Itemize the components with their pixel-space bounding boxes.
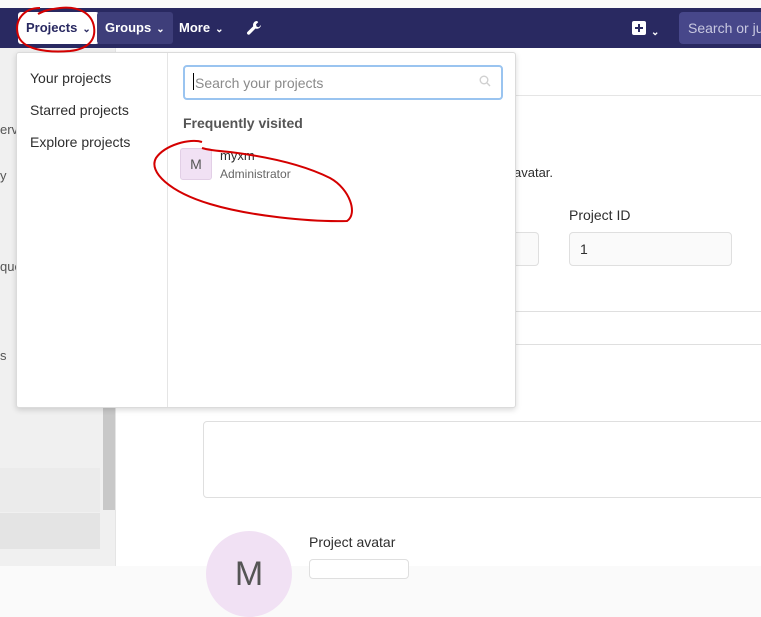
avatar-help-fragment: avatar. xyxy=(514,165,554,180)
project-id-label: Project ID xyxy=(569,207,631,223)
plus-square-icon xyxy=(632,21,646,35)
groups-label: Groups xyxy=(105,20,152,35)
project-name: myxm xyxy=(220,148,255,163)
frequently-visited-heading: Frequently visited xyxy=(183,115,303,131)
chevron-down-icon: ⌄ xyxy=(156,24,165,35)
groups-dropdown-button[interactable]: Groups ⌄ xyxy=(97,12,173,44)
projects-dropdown-button[interactable]: Projects ⌄ xyxy=(18,12,99,44)
top-navbar: Projects ⌄ Groups ⌄ More ⌄ ⌄ Search or ju xyxy=(0,8,761,48)
project-id-input: 1 xyxy=(569,232,732,266)
project-search-input[interactable] xyxy=(193,72,467,94)
menu-item-starred-projects[interactable]: Starred projects xyxy=(30,102,129,118)
global-search-input[interactable]: Search or ju xyxy=(679,12,761,44)
projects-label: Projects xyxy=(26,20,78,35)
sidebar-item-fragment[interactable]: s xyxy=(0,348,7,363)
choose-file-button[interactable] xyxy=(309,559,409,579)
project-avatar: M xyxy=(206,531,292,617)
chevron-down-icon: ⌄ xyxy=(82,24,91,35)
frequent-project-item[interactable]: M myxm Administrator xyxy=(180,146,400,186)
menu-item-your-projects[interactable]: Your projects xyxy=(30,70,111,86)
wrench-icon xyxy=(247,21,261,35)
sidebar-active-item[interactable] xyxy=(0,513,100,549)
chevron-down-icon: ⌄ xyxy=(215,24,224,35)
sidebar-section xyxy=(0,468,100,512)
projects-dropdown-menu: Your projects Starred projects Explore p… xyxy=(16,52,516,408)
input-fragment[interactable] xyxy=(516,311,761,345)
project-search-box[interactable] xyxy=(183,65,503,100)
admin-area-button[interactable] xyxy=(238,12,270,44)
more-dropdown-button[interactable]: More ⌄ xyxy=(171,12,231,44)
projects-menu-links: Your projects Starred projects Explore p… xyxy=(17,53,168,407)
project-avatar-label: Project avatar xyxy=(309,534,396,550)
project-description-textarea[interactable] xyxy=(203,421,761,498)
new-item-dropdown-button[interactable]: ⌄ xyxy=(624,12,667,44)
project-role: Administrator xyxy=(220,167,291,181)
project-name-input-fragment[interactable] xyxy=(516,232,539,266)
menu-item-explore-projects[interactable]: Explore projects xyxy=(30,134,130,150)
search-icon xyxy=(479,75,491,87)
more-label: More xyxy=(179,20,211,35)
text-caret xyxy=(193,73,194,90)
sidebar-item-fragment[interactable]: y xyxy=(0,168,7,183)
chevron-down-icon: ⌄ xyxy=(651,27,660,38)
project-avatar-small: M xyxy=(180,148,212,180)
divider xyxy=(516,95,761,96)
